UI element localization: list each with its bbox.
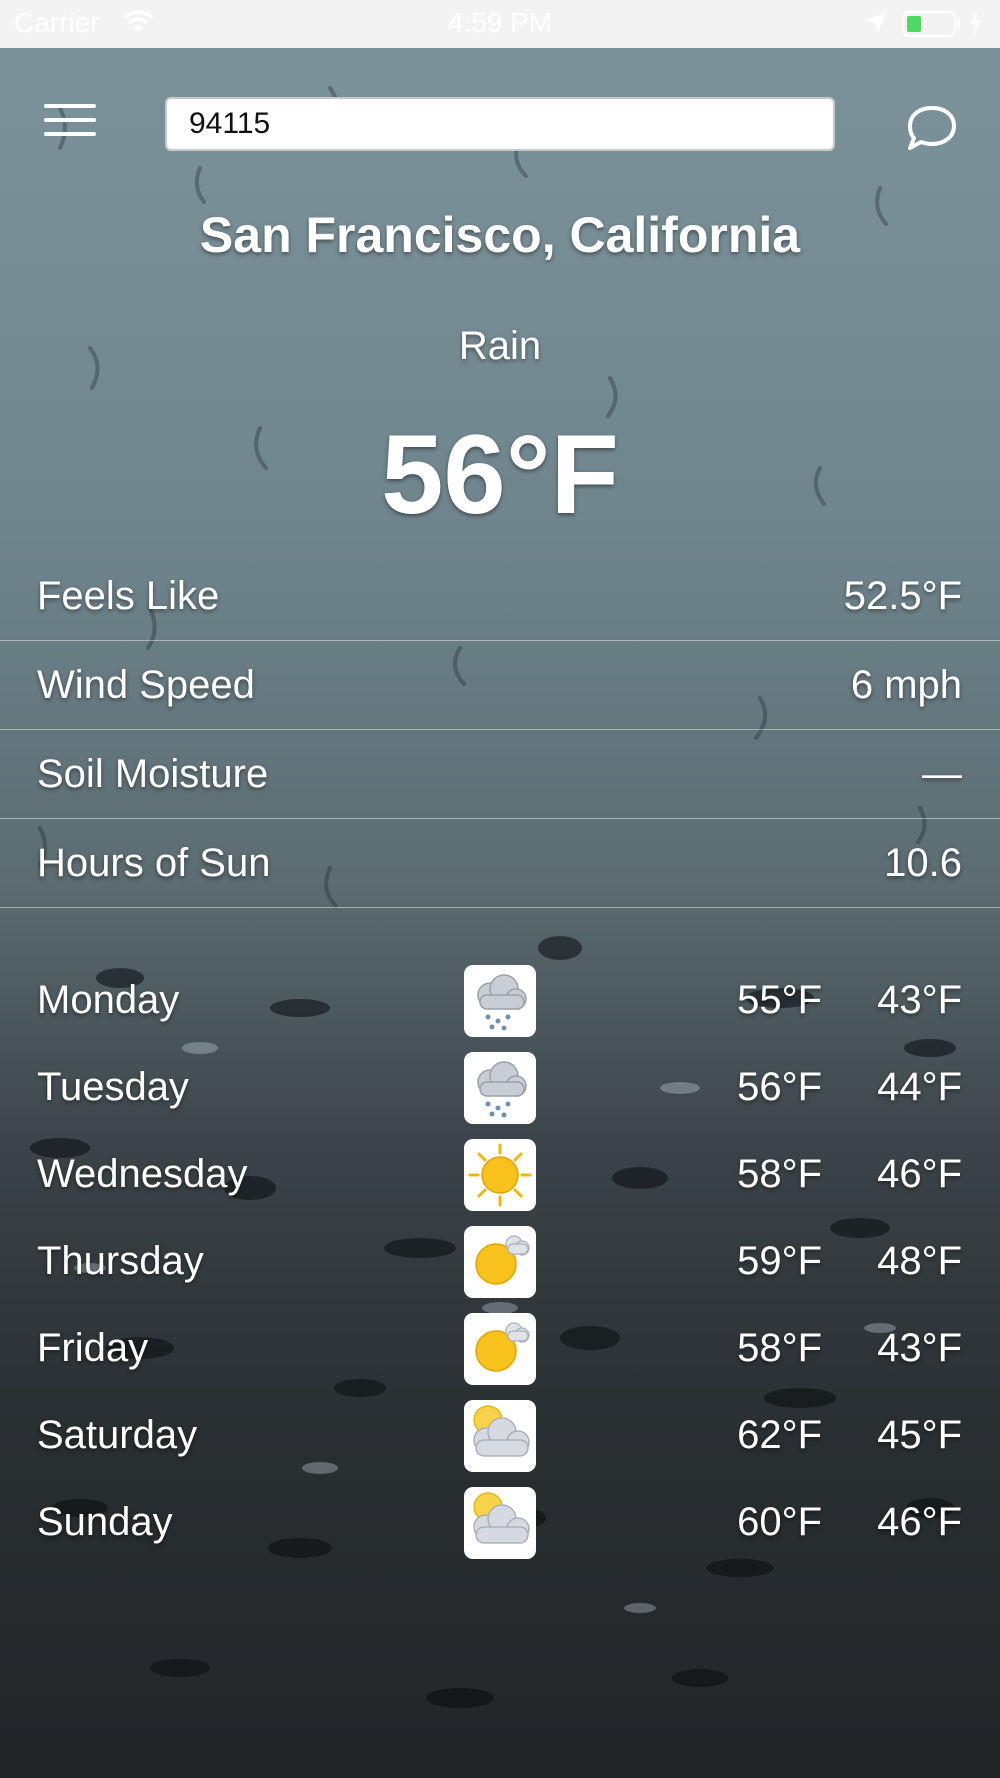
forecast-low: 43°F [877, 978, 962, 1022]
weather-screen: San Francisco, California Rain 56°F Feel… [0, 0, 1000, 1778]
stat-value: — [922, 752, 962, 796]
mostly-cloudy-icon [464, 1487, 536, 1559]
stat-value: 6 mph [850, 663, 962, 707]
weather-stats-list: Feels Like 52.5°F Wind Speed 6 mph Soil … [0, 552, 1000, 908]
forecast-high: 60°F [737, 1500, 822, 1544]
forecast-low: 48°F [877, 1239, 962, 1283]
forecast-low: 45°F [877, 1413, 962, 1457]
forecast-low: 43°F [877, 1326, 962, 1370]
battery-icon [902, 11, 956, 37]
forecast-low: 46°F [877, 1500, 962, 1544]
mostly-cloudy-icon [464, 1400, 536, 1472]
menu-button[interactable] [44, 104, 96, 144]
forecast-high: 58°F [737, 1152, 822, 1196]
sun-icon [464, 1139, 536, 1211]
location-title: San Francisco, California [199, 207, 801, 263]
forecast-day: Wednesday [37, 1152, 248, 1196]
forecast-day: Friday [37, 1326, 149, 1370]
speech-bubble-icon [908, 106, 956, 150]
rain-cloud-icon [464, 1052, 536, 1124]
stat-label: Hours of Sun [37, 841, 271, 885]
forecast-row: Friday 58°F 43°F [0, 1308, 1000, 1395]
forecast-row: Wednesday 58°F 46°F [0, 1134, 1000, 1221]
forecast-day: Monday [37, 978, 180, 1022]
forecast-day: Tuesday [37, 1065, 189, 1109]
stat-label: Feels Like [37, 574, 220, 618]
hamburger-menu-icon [44, 132, 96, 136]
chat-button[interactable] [902, 100, 958, 156]
stat-row-hours-of-sun: Hours of Sun 10.6 [0, 819, 1000, 908]
forecast-high: 55°F [737, 978, 822, 1022]
stat-row-wind-speed: Wind Speed 6 mph [0, 641, 1000, 730]
stat-label: Wind Speed [37, 663, 255, 707]
forecast-high: 62°F [737, 1413, 822, 1457]
forecast-row: Saturday 62°F 45°F [0, 1395, 1000, 1482]
current-condition: Rain [458, 324, 542, 368]
location-arrow-icon [866, 12, 886, 32]
forecast-row: Monday 55°F 43°F [0, 960, 1000, 1047]
hamburger-menu-icon [44, 104, 96, 108]
forecast-high: 56°F [737, 1065, 822, 1109]
battery-level [907, 16, 921, 32]
stat-label: Soil Moisture [37, 752, 269, 796]
forecast-high: 58°F [737, 1326, 822, 1370]
hamburger-menu-icon [44, 118, 96, 122]
forecast-day: Thursday [37, 1239, 204, 1283]
forecast-row: Thursday 59°F 48°F [0, 1221, 1000, 1308]
partly-cloudy-icon [464, 1226, 536, 1298]
rain-cloud-icon [464, 965, 536, 1037]
forecast-row: Sunday 60°F 46°F [0, 1482, 1000, 1569]
forecast-list: Monday 55°F 43°F Tuesday 56°F 44°F Wedne… [0, 960, 1000, 1569]
status-bar: Carrier 4:59 PM [0, 0, 1000, 48]
status-time: 4:59 PM [447, 7, 553, 38]
forecast-day: Saturday [37, 1413, 198, 1457]
stat-row-soil-moisture: Soil Moisture — [0, 730, 1000, 819]
forecast-day: Sunday [37, 1500, 173, 1544]
stat-value: 52.5°F [843, 574, 962, 618]
zip-search-input[interactable] [165, 97, 835, 151]
forecast-high: 59°F [737, 1239, 822, 1283]
forecast-row: Tuesday 56°F 44°F [0, 1047, 1000, 1134]
charging-bolt-icon [970, 10, 982, 36]
battery-tip [957, 18, 960, 28]
stat-row-feels-like: Feels Like 52.5°F [0, 552, 1000, 641]
partly-cloudy-icon [464, 1313, 536, 1385]
stat-value: 10.6 [884, 841, 962, 885]
current-temperature: 56°F [381, 412, 619, 537]
forecast-low: 46°F [877, 1152, 962, 1196]
forecast-low: 44°F [877, 1065, 962, 1109]
